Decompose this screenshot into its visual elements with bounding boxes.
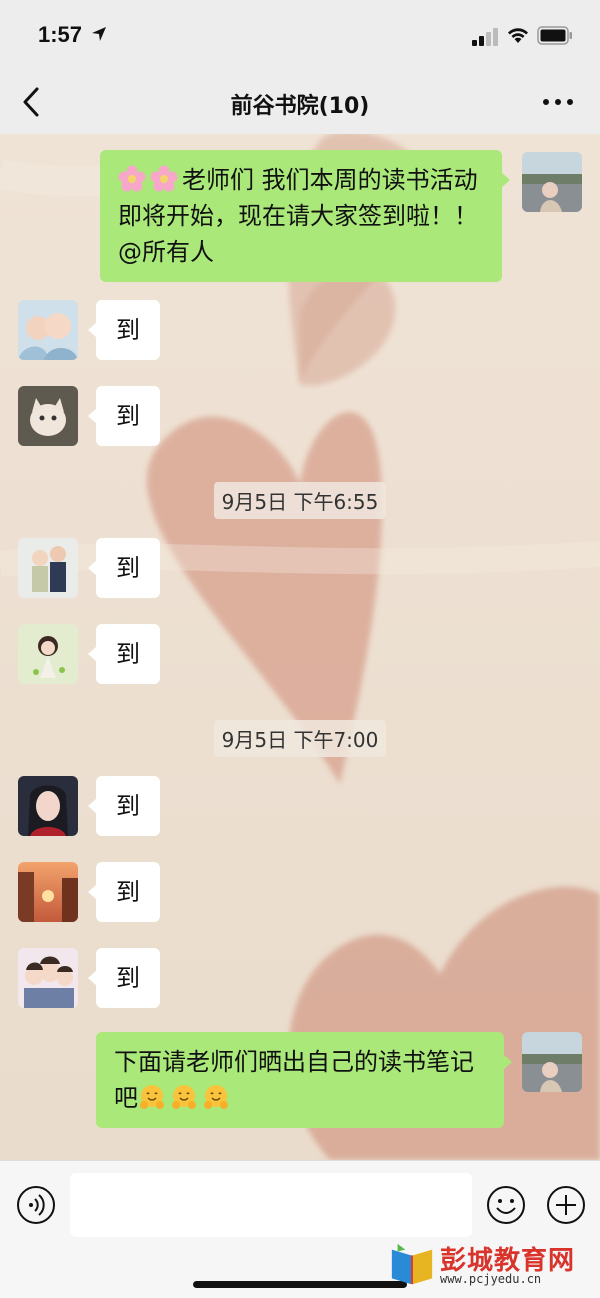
status-time: 1:57 bbox=[38, 22, 83, 47]
avatar-member[interactable] bbox=[18, 624, 78, 684]
location-arrow-icon bbox=[92, 27, 106, 41]
message-row-self: 老师们 我们本周的读书活动即将开始，现在请大家签到啦！！@所有人 bbox=[0, 150, 600, 282]
flower-emoji-icon bbox=[118, 165, 146, 192]
more-functions-plus-icon[interactable] bbox=[546, 1185, 586, 1225]
chat-message-list[interactable]: 老师们 我们本周的读书活动即将开始，现在请大家签到啦！！@所有人 到 到 9月5… bbox=[0, 134, 600, 1160]
timestamp-text: 9月5日 下午7:00 bbox=[213, 720, 387, 757]
avatar-member[interactable] bbox=[18, 862, 78, 922]
avatar-self[interactable] bbox=[522, 152, 582, 212]
message-bubble-other[interactable]: 到 bbox=[88, 948, 160, 1008]
emoji-picker-icon[interactable] bbox=[486, 1185, 526, 1225]
hugging-face-emoji-icon bbox=[204, 1085, 228, 1109]
message-bubble-other[interactable]: 到 bbox=[88, 624, 160, 684]
avatar-member[interactable] bbox=[18, 776, 78, 836]
wifi-icon bbox=[508, 28, 528, 43]
watermark-logo-icon bbox=[391, 1243, 433, 1285]
message-row-other: 到 bbox=[0, 386, 600, 448]
chat-header: 前谷书院(10) bbox=[0, 70, 600, 134]
message-row-self: 下面请老师们晒出自己的读书笔记吧 bbox=[0, 1032, 600, 1128]
battery-icon bbox=[537, 26, 572, 45]
watermark-url: www.pcjyedu.cn bbox=[440, 1272, 542, 1286]
hugging-face-emoji-icon bbox=[172, 1085, 196, 1109]
hugging-face-emoji-icon bbox=[140, 1085, 164, 1109]
status-bar: 1:57 bbox=[0, 0, 600, 70]
message-row-other: 到 bbox=[0, 862, 600, 924]
avatar-member[interactable] bbox=[18, 386, 78, 446]
timestamp: 9月5日 下午6:55 bbox=[0, 482, 600, 519]
message-row-other: 到 bbox=[0, 300, 600, 362]
site-watermark: 彭城教育网 www.pcjyedu.cn bbox=[388, 1238, 588, 1292]
cellular-signal-icon bbox=[472, 28, 498, 46]
message-bubble-other[interactable]: 到 bbox=[88, 386, 160, 446]
message-row-other: 到 bbox=[0, 538, 600, 600]
more-options-icon[interactable] bbox=[540, 90, 576, 114]
avatar-member[interactable] bbox=[18, 538, 78, 598]
message-row-other: 到 bbox=[0, 948, 600, 1010]
timestamp-text: 9月5日 下午6:55 bbox=[213, 482, 387, 519]
message-row-other: 到 bbox=[0, 624, 600, 686]
message-row-other: 到 bbox=[0, 776, 600, 838]
message-bubble-other[interactable]: 到 bbox=[88, 538, 160, 598]
avatar-member[interactable] bbox=[18, 948, 78, 1008]
message-bubble-self[interactable]: 下面请老师们晒出自己的读书笔记吧 bbox=[96, 1032, 512, 1128]
message-bubble-other[interactable]: 到 bbox=[88, 862, 160, 922]
message-bubble-other[interactable]: 到 bbox=[88, 300, 160, 360]
message-bubble-other[interactable]: 到 bbox=[88, 776, 160, 836]
avatar-self[interactable] bbox=[522, 1032, 582, 1092]
avatar-member[interactable] bbox=[18, 300, 78, 360]
message-bubble-self[interactable]: 老师们 我们本周的读书活动即将开始，现在请大家签到啦！！@所有人 bbox=[100, 150, 510, 282]
voice-input-icon[interactable] bbox=[16, 1185, 56, 1225]
home-indicator[interactable] bbox=[193, 1281, 407, 1288]
message-text: 下面请老师们晒出自己的读书笔记吧 bbox=[114, 1048, 474, 1112]
flower-emoji-icon bbox=[150, 165, 178, 192]
chat-title: 前谷书院(10) bbox=[230, 94, 370, 119]
timestamp: 9月5日 下午7:00 bbox=[0, 720, 600, 757]
message-input[interactable] bbox=[70, 1173, 472, 1237]
